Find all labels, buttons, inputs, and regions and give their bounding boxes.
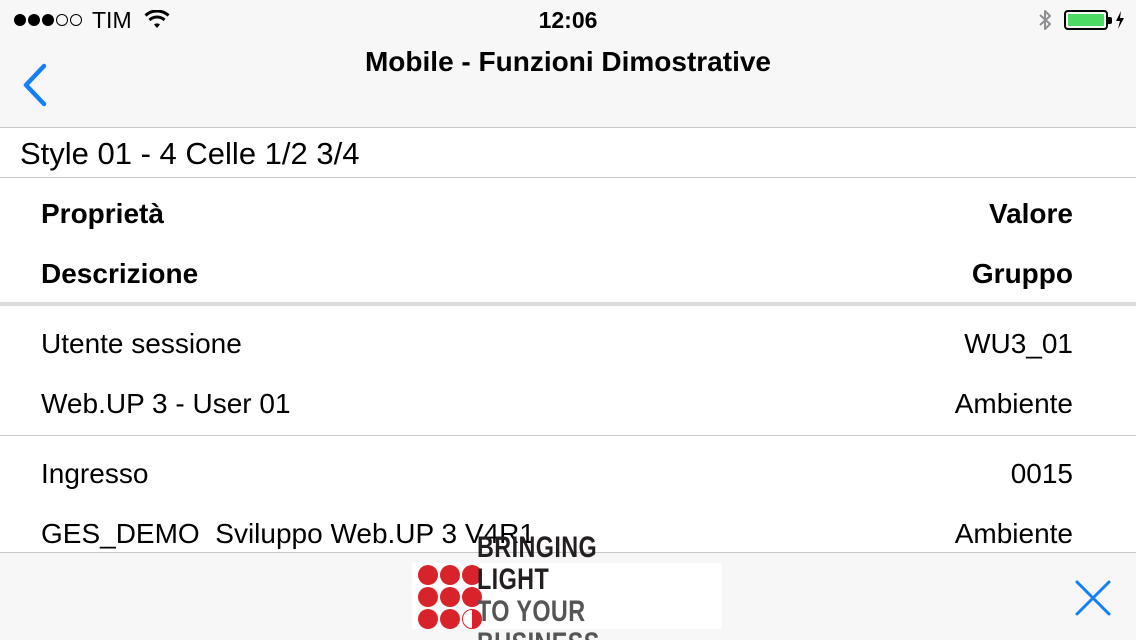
- row-property: Ingresso: [41, 458, 149, 489]
- header-property: Proprietà: [41, 198, 164, 229]
- status-right: [1038, 8, 1126, 32]
- row-description: Web.UP 3 - User 01: [41, 388, 291, 419]
- row-description: GES_DEMO Sviluppo Web.UP 3 V4R1: [41, 518, 535, 549]
- battery-icon: [1064, 10, 1112, 30]
- logo-dot: [440, 587, 460, 607]
- bottom-bar: BRINGING LIGHT TO YOUR BUSINESS: [0, 532, 1136, 640]
- close-button[interactable]: [1074, 579, 1112, 617]
- logo-dot: [418, 587, 438, 607]
- header-group: Gruppo: [971, 258, 1073, 289]
- logo-dots-icon: [416, 563, 482, 629]
- logo-line-2: TO YOUR BUSINESS: [476, 595, 599, 640]
- logo-dot: [440, 565, 460, 585]
- logo-line-1: BRINGING LIGHT: [476, 531, 597, 596]
- logo-dot: [418, 609, 438, 629]
- row-group: Ambiente: [954, 388, 1073, 419]
- section-header: Style 01 - 4 Celle 1/2 3/4: [0, 128, 1136, 178]
- status-time: 12:06: [538, 7, 598, 33]
- row-property: Utente sessione: [41, 328, 242, 359]
- table-row[interactable]: Utente sessione WU3_01 Web.UP 3 - User 0…: [0, 306, 1136, 436]
- close-icon: [1075, 580, 1111, 616]
- charging-icon: [1116, 11, 1124, 29]
- row-group: Ambiente: [954, 518, 1073, 549]
- section-title: Style 01 - 4 Celle 1/2 3/4: [20, 136, 360, 171]
- logo-dot: [418, 565, 438, 585]
- table-header-row: Proprietà Valore Descrizione Gruppo: [0, 178, 1136, 306]
- logo-text: BRINGING LIGHT TO YOUR BUSINESS: [477, 532, 722, 640]
- company-logo: BRINGING LIGHT TO YOUR BUSINESS: [412, 532, 722, 640]
- row-value: 0015: [1010, 458, 1073, 489]
- navigation-bar: Mobile - Funzioni Dimostrative: [0, 40, 1136, 128]
- status-bar: TIM 12:06: [0, 0, 1136, 40]
- header-value: Valore: [988, 198, 1073, 229]
- header-description: Descrizione: [41, 258, 199, 289]
- row-value: WU3_01: [964, 328, 1073, 359]
- page-title: Mobile - Funzioni Dimostrative: [364, 46, 771, 77]
- bluetooth-icon: [1039, 10, 1051, 30]
- logo-dot: [440, 609, 460, 629]
